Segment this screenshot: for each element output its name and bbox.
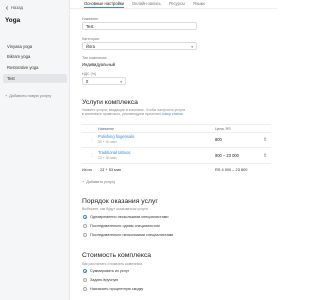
tab-main-settings[interactable]: Основные настройки bbox=[84, 0, 124, 8]
sidebar-item-restorative-yoga[interactable]: Restorative yoga bbox=[3, 63, 67, 72]
order-title: Порядок оказания услуг bbox=[82, 198, 158, 205]
tab-languages[interactable]: Языки bbox=[193, 0, 205, 8]
cost-option-label: Назначить процентную скидку bbox=[90, 287, 144, 291]
name-field[interactable]: Test bbox=[82, 22, 197, 30]
total-time: 23 + 53 мин bbox=[100, 167, 122, 172]
name-value: Test bbox=[86, 23, 94, 29]
service-row-name[interactable]: Polishing fingernails bbox=[98, 134, 134, 139]
radio-icon[interactable] bbox=[83, 287, 87, 291]
add-service-button-label: Добавить услугу bbox=[86, 180, 116, 184]
total-label: Итого bbox=[82, 167, 93, 172]
radio-selected-icon[interactable] bbox=[83, 215, 87, 219]
sidebar-item-vinyasa-yoga[interactable]: Vinyasa yoga bbox=[3, 42, 67, 51]
cost-option-manual[interactable]: Задать вручную bbox=[83, 278, 118, 282]
order-description: Выберите, как будут оказываться услуги bbox=[82, 207, 148, 211]
order-option-simultaneous[interactable]: Одновременно несколькими специалистами bbox=[83, 215, 168, 219]
name-label: Название bbox=[82, 17, 99, 21]
chevron-down-icon: ▾ bbox=[120, 79, 122, 84]
cost-option-label: Задать вручную bbox=[90, 278, 119, 282]
column-price-header: Цена, RS bbox=[215, 127, 231, 131]
sidebar-item-label: Restorative yoga bbox=[7, 65, 39, 70]
radio-selected-icon[interactable] bbox=[83, 269, 87, 273]
radio-icon[interactable] bbox=[83, 224, 87, 228]
cost-title: Стоимость комплекса bbox=[82, 252, 152, 259]
order-option-several-specialists[interactable]: Последовательно несколькими специалистам… bbox=[83, 233, 173, 237]
tab-bar: Основные настройки Онлайн-запись Ресурсы… bbox=[84, 0, 205, 8]
tab-resources[interactable]: Ресурсы bbox=[169, 0, 185, 8]
order-option-label: Одновременно несколькими специалистами bbox=[90, 215, 169, 219]
radio-icon[interactable] bbox=[83, 233, 87, 237]
cost-option-label: Суммировать из услуг bbox=[90, 269, 130, 273]
sidebar: Назад Yoga Vinyasa yoga Bikram yoga Rest… bbox=[0, 0, 70, 300]
category-label: Категория bbox=[82, 37, 99, 41]
order-option-label: Последовательно одним специалистом bbox=[90, 224, 160, 228]
add-service-button[interactable]: + Добавить услугу bbox=[82, 180, 115, 184]
type-label: Тип комплекса bbox=[82, 56, 107, 60]
category-value: Йога bbox=[86, 43, 95, 49]
column-name-header: Название bbox=[98, 127, 115, 131]
order-option-one-specialist[interactable]: Последовательно одним специалистом bbox=[83, 224, 160, 228]
services-title: Услуги комплекса bbox=[82, 99, 138, 106]
back-link[interactable]: Назад bbox=[5, 5, 23, 10]
sidebar-title: Yoga bbox=[5, 17, 21, 24]
service-row-duration: 30 + 30 мин bbox=[98, 140, 117, 144]
table-divider bbox=[82, 147, 271, 148]
vat-label: НДС (%) bbox=[82, 72, 97, 76]
radio-icon[interactable] bbox=[83, 278, 87, 282]
table-divider bbox=[82, 124, 271, 125]
vat-select[interactable]: 0 ▾ bbox=[82, 77, 126, 85]
sidebar-item-label: Vinyasa yoga bbox=[7, 44, 33, 49]
sidebar-item-label: Test bbox=[7, 76, 15, 81]
table-divider bbox=[82, 132, 271, 133]
order-option-label: Последовательно несколькими специалистам… bbox=[90, 233, 174, 237]
arrow-left-icon bbox=[5, 5, 8, 10]
back-label: Назад bbox=[11, 5, 23, 10]
main-panel: Основные настройки Онлайн-запись Ресурсы… bbox=[70, 0, 277, 300]
service-row-price: 800 bbox=[215, 137, 222, 142]
service-row-price: 900 – 23 000 bbox=[215, 153, 239, 158]
drag-handle-icon[interactable]: ⋮ bbox=[90, 152, 94, 157]
cost-option-sum[interactable]: Суммировать из услуг bbox=[83, 269, 129, 273]
category-select[interactable]: Йога ▾ bbox=[82, 42, 197, 50]
services-description: Укажите услуги, входящие в комплекс. Что… bbox=[82, 108, 185, 117]
trash-icon[interactable] bbox=[263, 137, 267, 141]
chevron-down-icon: ▾ bbox=[191, 44, 193, 49]
tab-divider bbox=[70, 8, 277, 9]
sidebar-item-test[interactable]: Test bbox=[3, 74, 67, 83]
sidebar-item-label: Bikram yoga bbox=[7, 54, 31, 59]
trash-icon[interactable] bbox=[263, 153, 267, 157]
total-price: RS 4 900 – 23 800 bbox=[215, 167, 248, 172]
add-service-label: Добавить новую услугу bbox=[9, 93, 52, 98]
cost-option-discount[interactable]: Назначить процентную скидку bbox=[83, 287, 143, 291]
type-value: Индивидуальный bbox=[82, 62, 116, 67]
plus-icon: + bbox=[5, 93, 8, 98]
table-divider bbox=[82, 163, 271, 164]
sidebar-item-bikram-yoga[interactable]: Bikram yoga bbox=[3, 52, 67, 61]
drag-handle-icon[interactable]: ⋮ bbox=[90, 137, 94, 142]
add-service-link[interactable]: + Добавить новую услугу bbox=[5, 93, 51, 98]
services-desc-line2: в комплексе правильно, рекомендуем прочи… bbox=[82, 112, 162, 117]
vat-value: 0 bbox=[86, 78, 89, 84]
service-row-duration: 23 + 30 мин bbox=[98, 156, 117, 160]
article-link[interactable]: нашу статью bbox=[162, 112, 183, 116]
cost-description: Как рассчитать стоимость комплекса bbox=[82, 262, 143, 266]
service-row-name[interactable]: Traditional tattoos bbox=[98, 150, 130, 155]
tab-online-booking[interactable]: Онлайн-запись bbox=[132, 0, 161, 8]
plus-icon: + bbox=[82, 180, 85, 184]
